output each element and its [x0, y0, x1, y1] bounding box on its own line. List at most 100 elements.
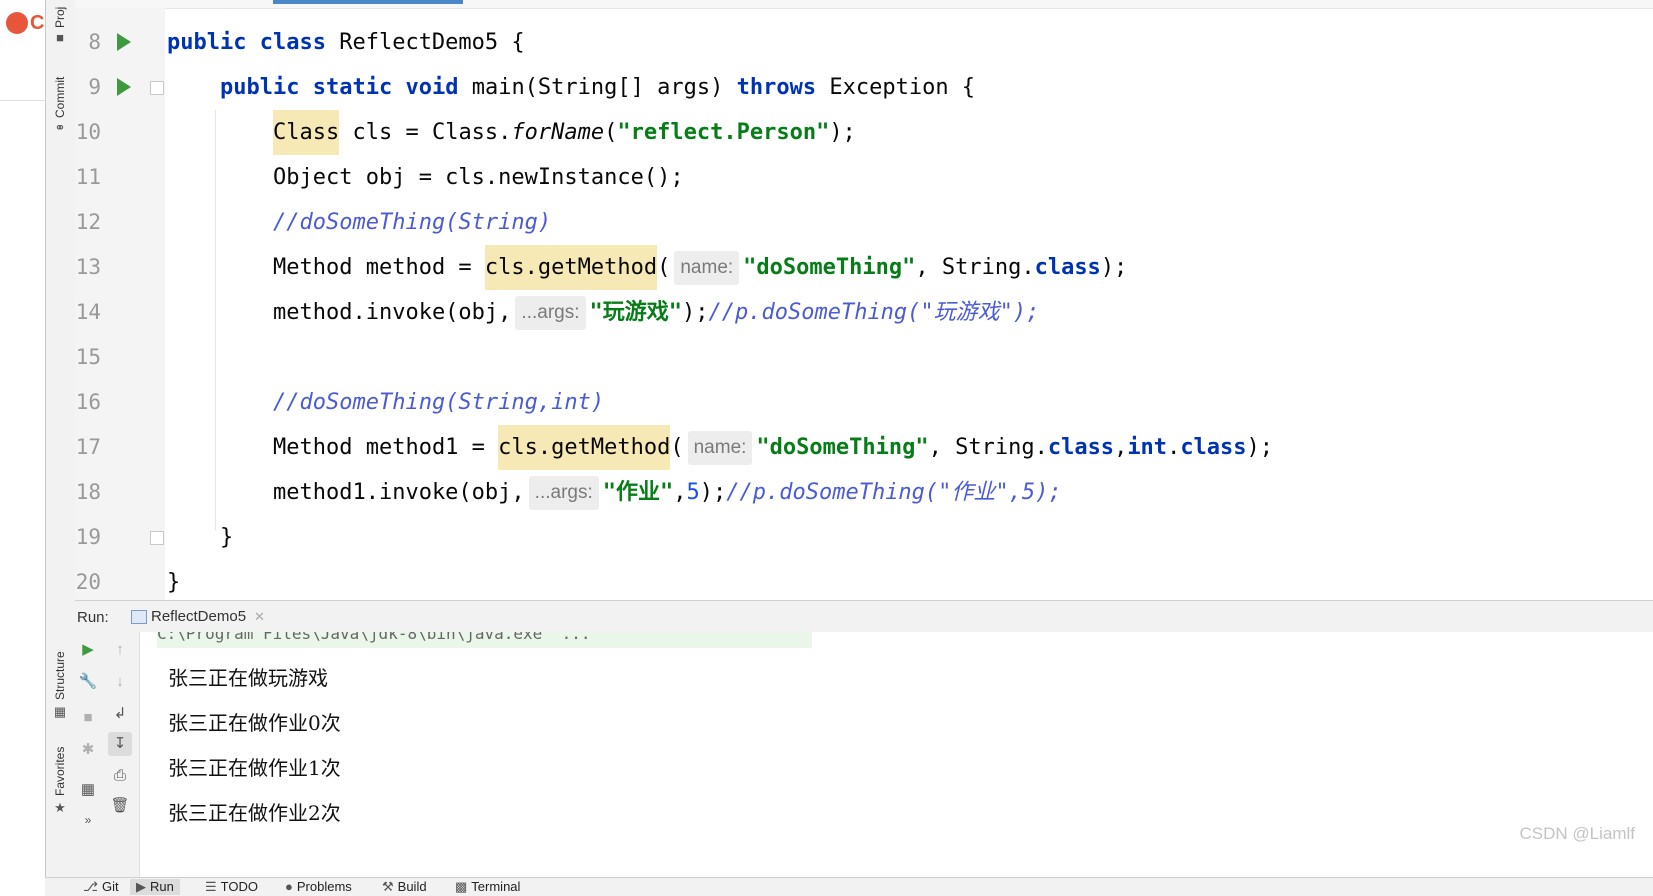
git-icon: ⎇ [83, 879, 98, 894]
code-line: 16 //doSomeThing(String,int) [75, 380, 1653, 425]
tool-tab-project[interactable]: Proj [53, 7, 67, 28]
console-line: 张三正在做作业1次 [168, 756, 341, 780]
line-number: 13 [75, 255, 101, 279]
up-arrow-icon[interactable]: ↑ [110, 640, 130, 660]
wrench-icon[interactable]: 🔧 [78, 672, 98, 692]
line-number: 20 [75, 570, 101, 594]
terminal-icon: ▩ [455, 879, 468, 894]
star-icon[interactable]: ★ [52, 800, 68, 816]
tool-tab-build[interactable]: ⚒ Build [382, 879, 427, 895]
line-number: 17 [75, 435, 101, 459]
outer-app-strip: C [0, 0, 45, 895]
code-editor[interactable]: 8 public class ReflectDemo5 { 9 public s… [75, 0, 1653, 632]
tool-tab-terminal[interactable]: ▩ Terminal [455, 879, 520, 895]
console-command-line: C:\Program Files\Java\jdk-8\bin\java.exe… [157, 632, 812, 648]
parameter-hint: name: [687, 431, 753, 465]
run-gutter-icon[interactable] [117, 78, 131, 96]
print-icon[interactable]: ⎙ [110, 766, 130, 786]
line-number: 8 [88, 30, 101, 54]
tool-tab-run[interactable]: ▶ Run [130, 879, 180, 895]
down-arrow-icon[interactable]: ↓ [110, 672, 130, 692]
code-comment: //doSomeThing(String) [273, 210, 552, 235]
code-text: Class cls = Class.forName("reflect.Perso… [273, 110, 856, 155]
debug-icon[interactable]: ✱ [78, 740, 98, 760]
tool-tab-commit[interactable]: Commit [53, 77, 67, 118]
list-icon: ☰ [205, 879, 217, 894]
line-number: 10 [75, 120, 101, 144]
stop-icon[interactable]: ■ [78, 708, 98, 728]
code-line: 10 Class cls = Class.forName("reflect.Pe… [75, 110, 1653, 155]
line-number: 19 [75, 525, 101, 549]
code-text: method1.invoke(obj, ...args: "作业",5);//p.d… [273, 470, 1062, 515]
code-line: 15 [75, 335, 1653, 380]
tool-tab-todo[interactable]: ☰ TODO [205, 879, 258, 895]
run-panel-header: Run: ReflectDemo5 ✕ [75, 600, 1653, 635]
structure-icon[interactable]: ▦ [52, 704, 68, 720]
code-line: 9 public static void main(String[] args)… [75, 65, 1653, 110]
console-line: 张三正在做玩游戏 [168, 666, 328, 690]
code-text: Object obj = cls.newInstance(); [273, 165, 684, 190]
fold-icon[interactable] [150, 81, 164, 95]
bottom-tool-bar: ⎇ Git ▶ Run ☰ TODO ● Problems ⚒ Build ▩ Termin… [45, 877, 1653, 896]
run-icon: ▶ [136, 879, 146, 894]
code-line: 8 public class ReflectDemo5 { [75, 20, 1653, 65]
code-text: public class ReflectDemo5 { [167, 30, 525, 55]
commit-icon[interactable]: ⚭ [52, 120, 68, 136]
tool-tab-structure[interactable]: Structure [53, 651, 67, 700]
layout-icon[interactable]: ▦ [78, 780, 98, 800]
code-line: 14 method.invoke(obj, ...args: "玩游戏");//p.… [75, 290, 1653, 335]
editor-active-tab-indicator[interactable] [273, 0, 463, 4]
run-config-icon [131, 610, 147, 624]
line-number: 15 [75, 345, 101, 369]
app-logo-letter-icon: C [30, 12, 45, 34]
folder-icon[interactable]: ■ [52, 30, 68, 46]
code-text: } [220, 525, 234, 550]
soft-wrap-icon[interactable]: ↲ [110, 704, 130, 724]
trash-icon[interactable]: 🗑 [110, 796, 130, 816]
run-config-tab[interactable]: ReflectDemo5 ✕ [119, 601, 273, 635]
line-number: 12 [75, 210, 101, 234]
code-text: } [167, 570, 181, 595]
code-comment: //doSomeThing(String,int) [273, 390, 605, 415]
watermark: CSDN @Liamlf [1519, 824, 1636, 843]
code-line: 11 Object obj = cls.newInstance(); [75, 155, 1653, 200]
parameter-hint: name: [674, 251, 740, 285]
code-text: Method method = cls.getMethod(name: "doSo… [273, 245, 1127, 290]
run-panel-label: Run: [77, 609, 109, 626]
scroll-to-end-icon[interactable]: ↧ [108, 732, 132, 756]
close-icon[interactable]: ✕ [254, 609, 265, 624]
code-line: 17 Method method1 = cls.getMethod(name: "… [75, 425, 1653, 470]
run-gutter-icon[interactable] [117, 33, 131, 51]
code-line: 13 Method method = cls.getMethod(name: "d… [75, 245, 1653, 290]
tool-tab-favorites[interactable]: Favorites [53, 747, 67, 796]
tool-tab-problems[interactable]: ● Problems [285, 879, 352, 894]
tool-window-stripe: Proj ■ Commit ⚭ Structure ▦ Favorites ★ [45, 0, 76, 895]
divider [0, 100, 45, 101]
line-number: 9 [88, 75, 101, 99]
console-line: 张三正在做作业0次 [168, 711, 341, 735]
console-line: 张三正在做作业2次 [168, 801, 341, 825]
fold-icon[interactable] [150, 531, 164, 545]
code-line: 19 } [75, 515, 1653, 560]
line-number: 16 [75, 390, 101, 414]
line-number: 18 [75, 480, 101, 504]
warning-icon: ● [285, 879, 293, 894]
parameter-hint: ...args: [515, 296, 586, 330]
code-line: 18 method1.invoke(obj, ...args: "作业",5);//… [75, 470, 1653, 515]
tool-tab-git[interactable]: ⎇ Git [83, 879, 119, 895]
rerun-icon[interactable]: ▶ [78, 640, 98, 660]
code-text: public static void main(String[] args) t… [220, 75, 976, 100]
code-line: 20 } [75, 560, 1653, 605]
hammer-icon: ⚒ [382, 879, 394, 894]
code-text: Method method1 = cls.getMethod(name: "doS… [273, 425, 1273, 470]
more-icon[interactable]: » [78, 810, 98, 830]
console-output[interactable]: C:\Program Files\Java\jdk-8\bin\java.exe… [140, 632, 1653, 877]
parameter-hint: ...args: [528, 476, 599, 510]
run-toolbar: ▶ ↑ 🔧 ↓ ■ ↲ ✱ ↧ ⎙ ▦ 🗑 » [75, 632, 140, 877]
line-number: 11 [75, 165, 101, 189]
run-config-tab-label: ReflectDemo5 [151, 608, 247, 625]
line-number: 14 [75, 300, 101, 324]
code-text: method.invoke(obj, ...args: "玩游戏");//p.doS… [273, 290, 1039, 335]
app-logo-icon [6, 12, 28, 34]
code-line: 12 //doSomeThing(String) [75, 200, 1653, 245]
